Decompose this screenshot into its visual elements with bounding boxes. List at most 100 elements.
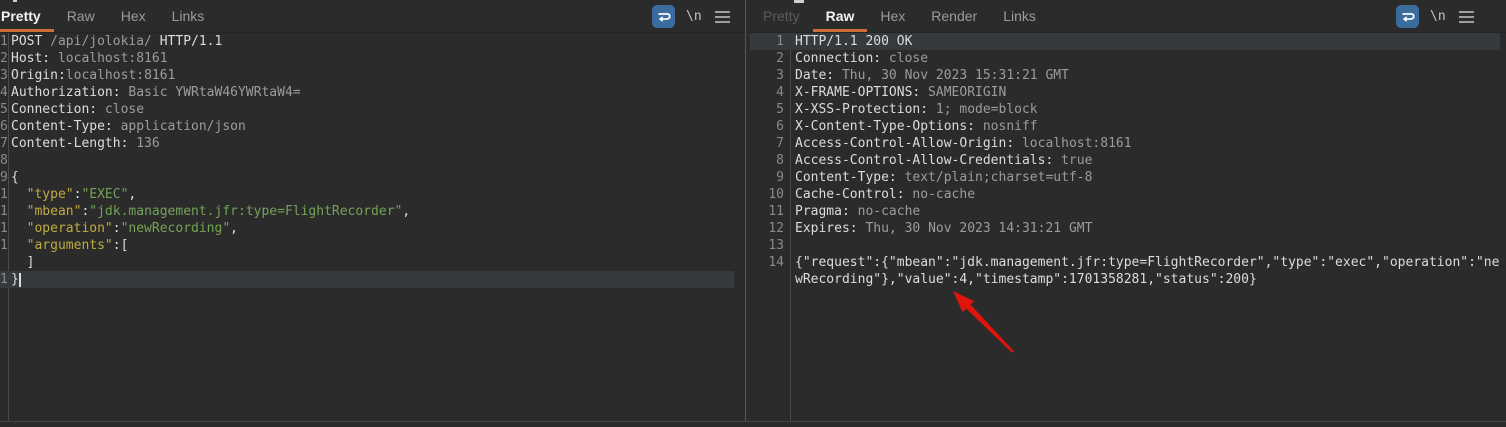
line-number <box>0 254 7 271</box>
tab-request-raw[interactable]: Raw <box>54 0 108 32</box>
code-line[interactable]: wRecording"},"value":4,"timestamp":17013… <box>750 271 1506 288</box>
code-text: POST /api/jolokia/ HTTP/1.1 <box>7 33 222 50</box>
line-number: 5 <box>750 101 787 118</box>
code-line[interactable]: 3Origin:localhost:8161 <box>0 67 746 84</box>
line-number: 10 <box>750 186 787 203</box>
word-wrap-toggle-icon[interactable] <box>652 5 675 28</box>
line-number: 9 <box>750 169 787 186</box>
line-number: 14 <box>0 271 7 288</box>
code-line[interactable]: 7Content-Length: 136 <box>0 135 746 152</box>
code-text: "type":"EXEC", <box>7 186 136 203</box>
hamburger-menu-icon[interactable] <box>715 9 730 24</box>
code-line[interactable]: 12 "operation":"newRecording", <box>0 220 746 237</box>
code-text: Content-Type: text/plain;charset=utf-8 <box>787 169 1092 186</box>
line-number: 9 <box>0 169 7 186</box>
newline-toggle-button[interactable]: \n <box>686 9 702 24</box>
newline-toggle-button[interactable]: \n <box>1430 9 1446 24</box>
code-line[interactable]: 1POST /api/jolokia/ HTTP/1.1 <box>0 33 746 50</box>
code-text: wRecording"},"value":4,"timestamp":17013… <box>787 271 1257 288</box>
code-text <box>787 237 795 254</box>
code-line[interactable]: 8 <box>0 152 746 169</box>
code-text: Host: localhost:8161 <box>7 50 168 67</box>
line-number: 13 <box>0 237 7 254</box>
request-panel: Pretty Raw Hex Links \n 1POST /api/jolok… <box>0 0 746 422</box>
code-line[interactable]: 12Expires: Thu, 30 Nov 2023 14:31:21 GMT <box>750 220 1506 237</box>
line-number: 7 <box>0 135 7 152</box>
code-line[interactable]: 9{ <box>0 169 746 186</box>
tab-response-pretty[interactable]: Pretty <box>750 0 813 32</box>
line-number: 10 <box>0 186 7 203</box>
line-number: 7 <box>750 135 787 152</box>
tab-response-hex[interactable]: Hex <box>867 0 918 32</box>
request-editor[interactable]: 1POST /api/jolokia/ HTTP/1.12Host: local… <box>0 33 746 421</box>
line-number: 2 <box>750 50 787 67</box>
code-line[interactable]: 7Access-Control-Allow-Origin: localhost:… <box>750 135 1506 152</box>
word-wrap-toggle-icon[interactable] <box>1396 5 1419 28</box>
code-line[interactable]: 14} <box>0 271 734 288</box>
line-number: 3 <box>0 67 7 84</box>
response-editor[interactable]: 1HTTP/1.1 200 OK2Connection: close3Date:… <box>750 33 1506 421</box>
line-number: 1 <box>0 33 7 50</box>
tab-request-hex[interactable]: Hex <box>108 0 159 32</box>
code-line[interactable]: 6Content-Type: application/json <box>0 118 746 135</box>
line-number: 11 <box>750 203 787 220</box>
code-line[interactable]: 10 "type":"EXEC", <box>0 186 746 203</box>
text-cursor <box>19 273 21 287</box>
response-panel: Pretty Raw Hex Render Links \n 1HTTP/1.1… <box>750 0 1506 422</box>
code-text: { <box>7 169 19 186</box>
code-text: ] <box>7 254 34 271</box>
code-line[interactable]: 5Connection: close <box>0 101 746 118</box>
code-text: Expires: Thu, 30 Nov 2023 14:31:21 GMT <box>787 220 1092 237</box>
code-line[interactable]: 4Authorization: Basic YWRtaW46YWRtaW4= <box>0 84 746 101</box>
code-line[interactable]: 13 <box>750 237 1506 254</box>
code-line[interactable]: 10Cache-Control: no-cache <box>750 186 1506 203</box>
code-text: Authorization: Basic YWRtaW46YWRtaW4= <box>7 84 301 101</box>
hamburger-menu-icon[interactable] <box>1459 9 1474 24</box>
code-line[interactable]: 4X-FRAME-OPTIONS: SAMEORIGIN <box>750 84 1506 101</box>
request-tab-bar: Pretty Raw Hex Links \n <box>0 0 746 33</box>
code-line[interactable]: 8Access-Control-Allow-Credentials: true <box>750 152 1506 169</box>
code-line[interactable]: 2Host: localhost:8161 <box>0 50 746 67</box>
line-number: 14 <box>750 254 787 271</box>
code-line[interactable]: 9Content-Type: text/plain;charset=utf-8 <box>750 169 1506 186</box>
line-number: 2 <box>0 50 7 67</box>
code-text: X-Content-Type-Options: nosniff <box>787 118 1038 135</box>
panel-splitter[interactable] <box>745 0 746 421</box>
tab-request-pretty[interactable]: Pretty <box>0 0 54 32</box>
line-number: 12 <box>0 220 7 237</box>
code-line[interactable]: 11Pragma: no-cache <box>750 203 1506 220</box>
line-number: 8 <box>750 152 787 169</box>
code-text: HTTP/1.1 200 OK <box>787 33 912 50</box>
code-text: "arguments":[ <box>7 237 128 254</box>
code-line[interactable]: 2Connection: close <box>750 50 1506 67</box>
code-text: Cache-Control: no-cache <box>787 186 975 203</box>
burp-message-editor: Pretty Raw Hex Links \n 1POST /api/jolok… <box>0 0 1506 427</box>
code-text: Connection: close <box>787 50 928 67</box>
request-editor-controls: \n <box>652 5 730 28</box>
response-editor-controls: \n <box>1396 5 1474 28</box>
line-number: 13 <box>750 237 787 254</box>
code-line[interactable]: 6X-Content-Type-Options: nosniff <box>750 118 1506 135</box>
code-text: "mbean":"jdk.management.jfr:type=FlightR… <box>7 203 410 220</box>
tab-response-links[interactable]: Links <box>990 0 1049 32</box>
code-text: Pragma: no-cache <box>787 203 920 220</box>
code-line[interactable]: 13 "arguments":[ <box>0 237 746 254</box>
line-number: 12 <box>750 220 787 237</box>
code-text: Content-Length: 136 <box>7 135 160 152</box>
tab-response-raw[interactable]: Raw <box>813 0 868 32</box>
tab-response-render[interactable]: Render <box>918 0 990 32</box>
code-text: Connection: close <box>7 101 144 118</box>
tab-request-links[interactable]: Links <box>159 0 218 32</box>
line-number: 8 <box>0 152 7 169</box>
code-text: Date: Thu, 30 Nov 2023 15:31:21 GMT <box>787 67 1069 84</box>
code-line[interactable]: 11 "mbean":"jdk.management.jfr:type=Flig… <box>0 203 746 220</box>
code-line[interactable]: 14{"request":{"mbean":"jdk.management.jf… <box>750 254 1506 271</box>
code-line[interactable]: ] <box>0 254 746 271</box>
code-line[interactable]: 5X-XSS-Protection: 1; mode=block <box>750 101 1506 118</box>
line-number: 4 <box>750 84 787 101</box>
code-line[interactable]: 3Date: Thu, 30 Nov 2023 15:31:21 GMT <box>750 67 1506 84</box>
code-line[interactable]: 1HTTP/1.1 200 OK <box>750 33 1500 50</box>
code-text: Access-Control-Allow-Credentials: true <box>787 152 1092 169</box>
line-number: 6 <box>750 118 787 135</box>
code-text: X-FRAME-OPTIONS: SAMEORIGIN <box>787 84 1006 101</box>
